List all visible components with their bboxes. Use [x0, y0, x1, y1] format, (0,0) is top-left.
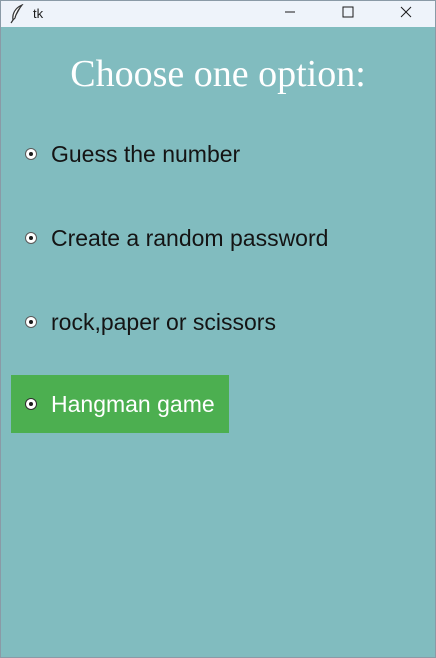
- option-guess-number[interactable]: Guess the number: [11, 125, 254, 183]
- radio-button-icon[interactable]: [25, 148, 37, 160]
- minimize-button[interactable]: [261, 1, 319, 27]
- option-label: Hangman game: [51, 390, 215, 417]
- minimize-icon: [284, 5, 296, 23]
- title-bar[interactable]: tk: [1, 1, 435, 27]
- maximize-button[interactable]: [319, 1, 377, 27]
- radio-button-icon[interactable]: [25, 316, 37, 328]
- page-title: Choose one option:: [70, 53, 366, 95]
- option-hangman[interactable]: Hangman game: [11, 375, 229, 433]
- option-random-password[interactable]: Create a random password: [11, 209, 342, 267]
- radio-button-icon[interactable]: [25, 232, 37, 244]
- close-button[interactable]: [377, 1, 435, 27]
- option-label: Create a random password: [51, 224, 329, 251]
- window-title: tk: [33, 6, 44, 21]
- option-label: Guess the number: [51, 140, 241, 167]
- option-rock-paper-scissors[interactable]: rock,paper or scissors: [11, 293, 290, 351]
- main-panel: Choose one option: Guess the number Crea…: [1, 27, 435, 657]
- maximize-icon: [342, 5, 354, 23]
- close-icon: [400, 5, 412, 23]
- feather-icon: [9, 3, 25, 24]
- radio-button-icon[interactable]: [25, 398, 37, 410]
- option-label: rock,paper or scissors: [51, 308, 276, 335]
- app-window: tk Choose one option: Guess the number C…: [0, 0, 436, 658]
